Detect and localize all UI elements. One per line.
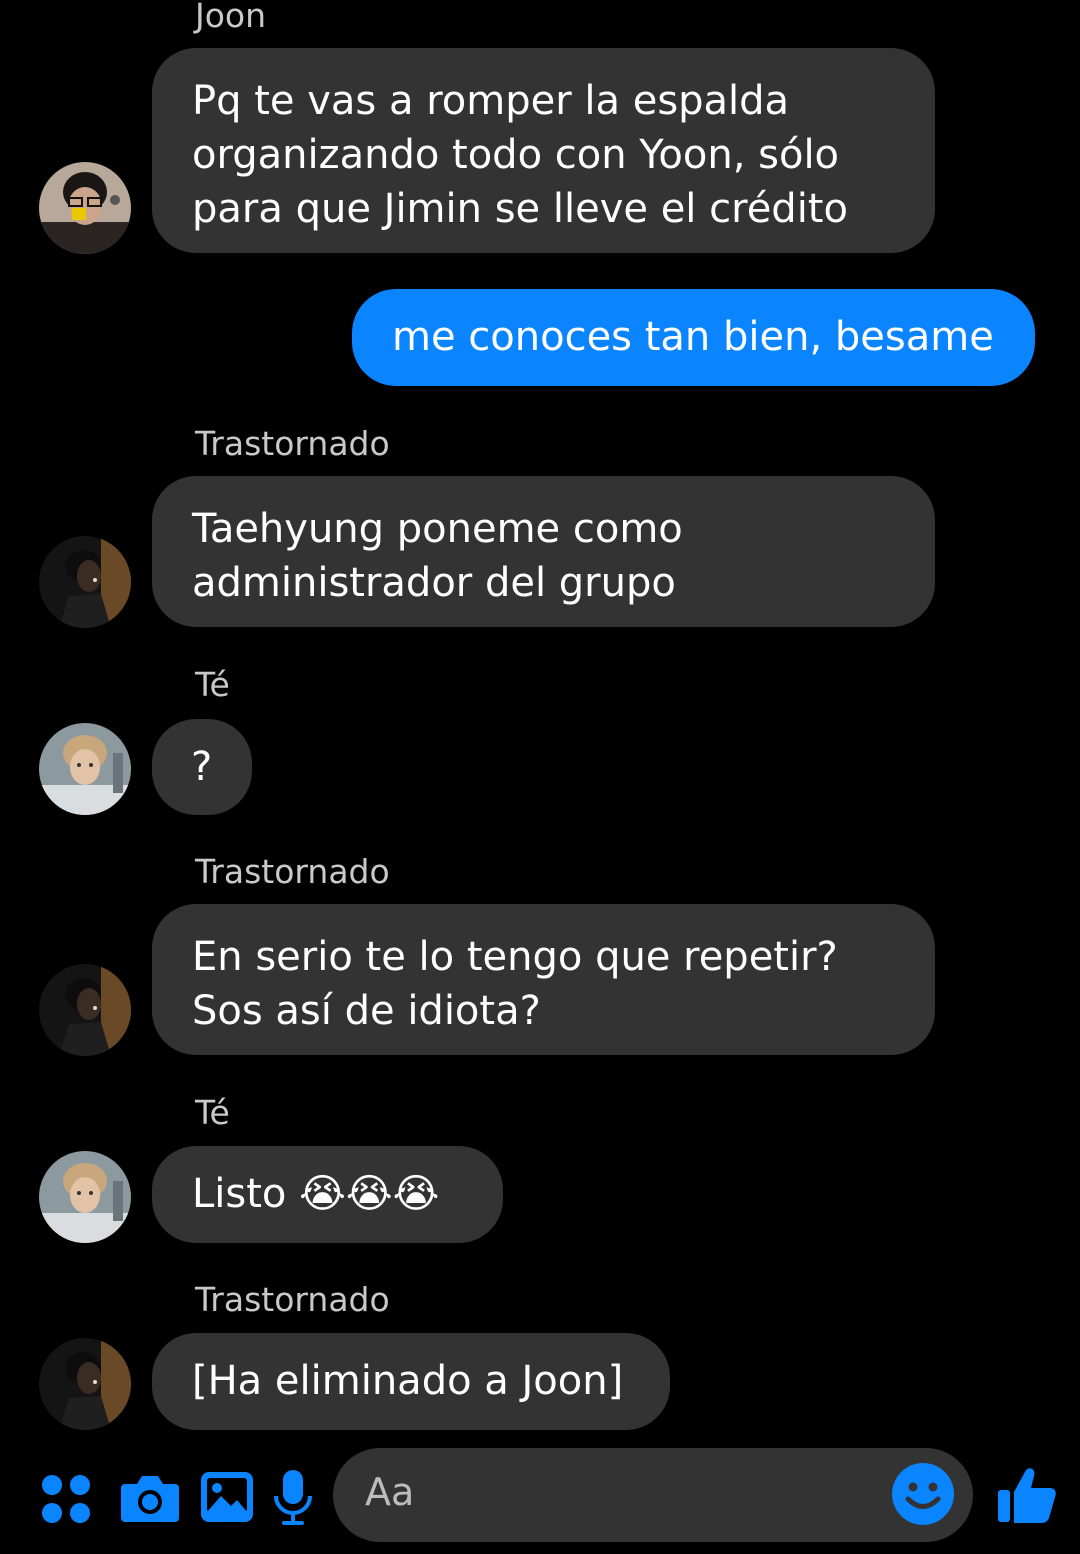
avatar-trastornado-image xyxy=(39,964,131,1056)
message-input-placeholder: Aa xyxy=(365,1470,415,1514)
thumbs-up-icon[interactable] xyxy=(996,1464,1058,1531)
gallery-icon[interactable] xyxy=(199,1468,255,1531)
sender-name: Joon xyxy=(195,0,267,35)
sender-name: Trastornado xyxy=(195,1280,390,1319)
message-input[interactable]: Aa xyxy=(333,1448,973,1542)
sender-name: Trastornado xyxy=(195,424,390,463)
sender-name: Té xyxy=(195,1093,230,1132)
message-bubble-incoming[interactable]: Taehyung poneme como administrador del g… xyxy=(152,476,935,627)
composer-bar: Aa xyxy=(0,1448,1080,1554)
avatar-trastornado[interactable] xyxy=(39,536,131,628)
message-bubble-incoming[interactable]: Pq te vas a romper la espalda organizand… xyxy=(152,48,935,253)
message-bubble-incoming[interactable]: ? xyxy=(152,719,252,815)
message-bubble-incoming[interactable]: Listo 😭😭😭 xyxy=(152,1146,503,1243)
avatar-te-image xyxy=(39,723,131,815)
avatar-te[interactable] xyxy=(39,1151,131,1243)
avatar-trastornado-image xyxy=(39,1338,131,1430)
avatar-te[interactable] xyxy=(39,723,131,815)
avatar-joon-image xyxy=(39,162,131,254)
camera-icon[interactable] xyxy=(119,1470,181,1531)
avatar-te-image xyxy=(39,1151,131,1243)
message-bubble-incoming[interactable]: [Ha eliminado a Joon] xyxy=(152,1333,670,1430)
avatar-trastornado[interactable] xyxy=(39,964,131,1056)
sender-name: Té xyxy=(195,665,230,704)
avatar-trastornado-image xyxy=(39,536,131,628)
message-bubble-incoming[interactable]: En serio te lo tengo que repetir? Sos as… xyxy=(152,904,935,1055)
avatar-trastornado[interactable] xyxy=(39,1338,131,1430)
microphone-icon[interactable] xyxy=(272,1468,314,1533)
message-bubble-outgoing[interactable]: me conoces tan bien, besame xyxy=(352,289,1035,386)
sender-name: Trastornado xyxy=(195,852,390,891)
apps-icon[interactable] xyxy=(40,1473,92,1530)
emoji-icon[interactable] xyxy=(891,1462,955,1526)
avatar-joon[interactable] xyxy=(39,162,131,254)
